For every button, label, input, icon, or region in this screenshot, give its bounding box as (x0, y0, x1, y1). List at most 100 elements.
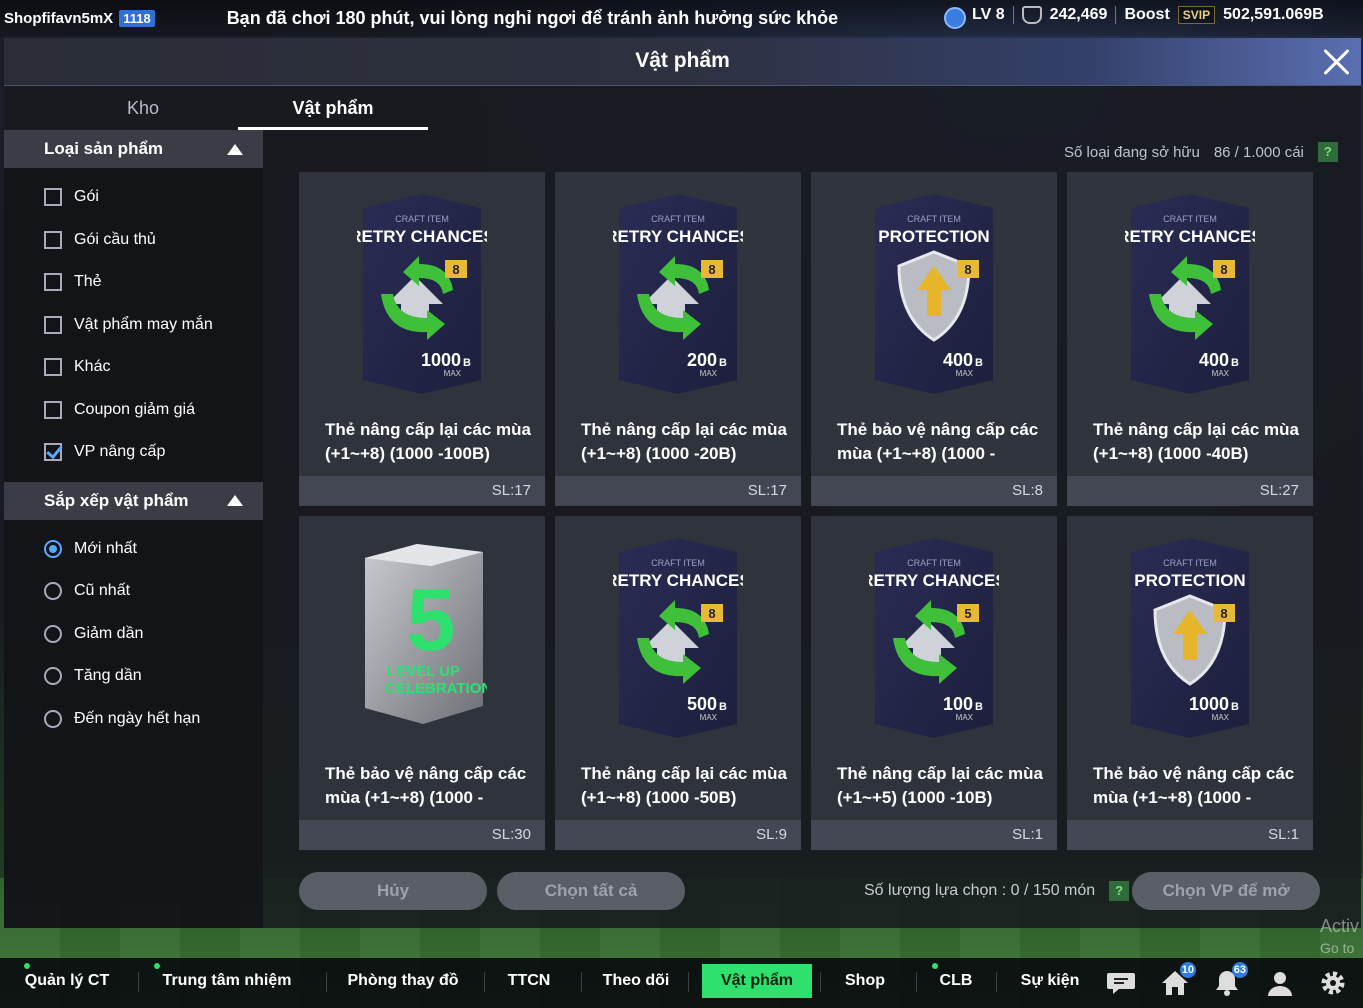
card-craft-label: CRAFT ITEM (907, 214, 961, 224)
card-unit: B (1231, 357, 1239, 369)
nav-item[interactable]: Quản lý CT (22, 964, 112, 998)
item-name: Thẻ bảo vệ nâng cấp các mùa (+1~+8) (100… (1093, 764, 1295, 807)
filter-checkbox-item[interactable]: Thẻ (4, 261, 263, 304)
sort-radio-item[interactable]: Mới nhất (4, 528, 263, 571)
radio-button[interactable] (44, 539, 62, 558)
filter-label: VP nâng cấp (74, 443, 166, 461)
item-quantity: SL:27 (1067, 476, 1313, 506)
bell-icon[interactable]: 63 (1212, 962, 1248, 998)
item-card[interactable]: 5 LEVEL UP CELEBRATION Thẻ bảo vệ nâng cấp … (299, 516, 545, 850)
filter-checkbox-item[interactable]: Coupon giảm giá (4, 389, 263, 432)
chat-icon[interactable] (1106, 968, 1136, 998)
username: Shopfifavn5mX (4, 9, 114, 27)
product-type-header[interactable]: Loại sản phẩm (4, 130, 263, 168)
filter-checkbox-item[interactable]: Vật phẩm may mắn (4, 304, 263, 347)
card-image: CRAFT ITEM RETRY CHANCES 5 100BMAX (861, 538, 1007, 738)
nav-item[interactable]: TTCN (498, 964, 560, 998)
checkbox[interactable] (44, 443, 62, 462)
card-value: 1000 (1189, 694, 1229, 714)
card-level: 8 (1220, 606, 1227, 621)
currency-panel: LV 8 242,469 Boost SVIP 502,591.069B (972, 6, 1324, 24)
nav-item[interactable]: CLB (930, 964, 982, 998)
nav-divider (484, 972, 485, 992)
tab-kho[interactable]: Kho (48, 90, 238, 130)
item-card[interactable]: CRAFT ITEM RETRY CHANCES 5 100BMAX Thẻ nâng … (811, 516, 1057, 850)
checkbox[interactable] (44, 188, 62, 207)
item-quantity: SL:8 (811, 476, 1057, 506)
card-max: MAX (700, 369, 718, 378)
playtime-notice: Bạn đã chơi 180 phút, vui lòng nghỉ ngơi… (226, 7, 839, 28)
nav-item[interactable]: Phòng thay đồ (340, 964, 466, 998)
filter-checkbox-item[interactable]: Gói (4, 176, 263, 219)
nav-item[interactable]: Trung tâm nhiệm vụ (152, 964, 302, 1008)
item-card[interactable]: CRAFT ITEM RETRY CHANCES 8 400BMAX Thẻ nâng … (1067, 172, 1313, 506)
card-level: 8 (708, 262, 715, 277)
filter-label: Vật phẩm may mắn (74, 315, 213, 333)
sort-radio-item[interactable]: Đến ngày hết hạn (4, 698, 263, 741)
select-all-button[interactable]: Chọn tất cả (497, 872, 685, 910)
item-grid: CRAFT ITEMRETRY CHANCES81000BMAX Thẻ nâng… (299, 172, 1319, 850)
card-image: CRAFT ITEM RETRY CHANCES 8 1000BMAX (349, 194, 495, 394)
card-max: MAX (956, 713, 974, 722)
item-quantity: SL:17 (299, 476, 545, 506)
coin-icon (1021, 6, 1042, 24)
filter-checkbox-item[interactable]: Khác (4, 346, 263, 389)
help-icon[interactable]: ? (1317, 142, 1338, 162)
item-name: Thẻ nâng cấp lại các mùa (+1~+8) (1000 -… (581, 764, 787, 807)
filter-label: Đến ngày hết hạn (74, 709, 201, 727)
checkbox[interactable] (44, 230, 62, 249)
help-icon[interactable]: ? (1109, 881, 1130, 901)
tab-vat-pham[interactable]: Vật phẩm (238, 90, 428, 130)
card-craft-label: CRAFT ITEM (651, 558, 705, 568)
retry-chances-card-art: CRAFT ITEM RETRY CHANCES 8 1000BMAX (349, 194, 495, 394)
sort-radio-item[interactable]: Tăng dần (4, 655, 263, 698)
sort-radio-item[interactable]: Giảm dần (4, 613, 263, 656)
cancel-button[interactable]: Hủy (299, 872, 487, 910)
item-card[interactable]: CRAFT ITEM RETRY CHANCES 8 1000BMAX Thẻ nâng… (299, 172, 545, 506)
close-icon[interactable] (1319, 45, 1353, 79)
radio-button[interactable] (44, 624, 62, 643)
boost-label[interactable]: Boost (1124, 6, 1169, 24)
item-name: Thẻ bảo vệ nâng cấp các mùa (+1~+8) (100… (837, 420, 1039, 463)
card-max: MAX (1212, 713, 1230, 722)
nav-item[interactable]: Vật phẩm (702, 964, 812, 998)
filter-checkbox-item[interactable]: VP nâng cấp (4, 431, 263, 474)
item-card[interactable]: CRAFT ITEM PROTECTION 8 1000 B MAX Thẻ bảo vệ … (1067, 516, 1313, 850)
checkbox[interactable] (44, 358, 62, 377)
radio-button[interactable] (44, 667, 62, 686)
radio-button[interactable] (44, 709, 62, 728)
card-level: 8 (1220, 262, 1227, 277)
sort-header[interactable]: Sắp xếp vật phẩm (4, 481, 263, 520)
filter-label: Tăng dần (74, 667, 142, 685)
filter-label: Cũ nhất (74, 582, 131, 600)
radio-button[interactable] (44, 582, 62, 601)
filter-sidebar: Loại sản phẩm Gói Gói cầu thủ Thẻ Vật phẩm … (4, 130, 263, 928)
nav-item[interactable]: Sự kiện (1010, 964, 1090, 998)
nav-item[interactable]: Theo dõi (595, 964, 677, 998)
home-icon[interactable]: 10 (1160, 962, 1196, 998)
nav-item[interactable]: Shop (834, 964, 896, 998)
item-card[interactable]: CRAFT ITEM RETRY CHANCES 8 200BMAX Thẻ nâng … (555, 172, 801, 506)
profile-icon[interactable] (1265, 968, 1295, 998)
filter-checkbox-item[interactable]: Gói cầu thủ (4, 219, 263, 262)
card-unit: B (719, 701, 727, 713)
sort-list: Mới nhất Cũ nhất Giảm dần Tăng dần Đến ngày … (4, 520, 263, 749)
product-type-list: Gói Gói cầu thủ Thẻ Vật phẩm may mắn Khác Cou… (4, 168, 263, 482)
retry-chances-card-art: CRAFT ITEM RETRY CHANCES 5 100BMAX (861, 538, 1007, 738)
item-card[interactable]: CRAFT ITEM PROTECTION 8 400 B MAX Thẻ bảo vệ n… (811, 172, 1057, 506)
emoji-icon[interactable] (944, 7, 966, 29)
activation-watermark: Activ Go to (1320, 915, 1359, 959)
checkbox[interactable] (44, 273, 62, 292)
owned-count: Số loại đang sở hữu 86 / 1.000 cái ? (1064, 142, 1338, 162)
open-items-button[interactable]: Chọn VP để mở (1132, 872, 1320, 910)
item-card[interactable]: CRAFT ITEM RETRY CHANCES 8 500BMAX Thẻ nâng … (555, 516, 801, 850)
collapse-arrow-icon (227, 495, 243, 506)
checkbox[interactable] (44, 400, 62, 419)
checkbox[interactable] (44, 315, 62, 334)
coin-amount: 242,469 (1049, 6, 1108, 23)
sort-radio-item[interactable]: Cũ nhất (4, 570, 263, 613)
notification-dot (24, 963, 30, 969)
gear-icon[interactable] (1318, 968, 1348, 998)
card-max: MAX (700, 713, 718, 722)
retry-chances-card-art: CRAFT ITEM RETRY CHANCES 8 500BMAX (605, 538, 751, 738)
